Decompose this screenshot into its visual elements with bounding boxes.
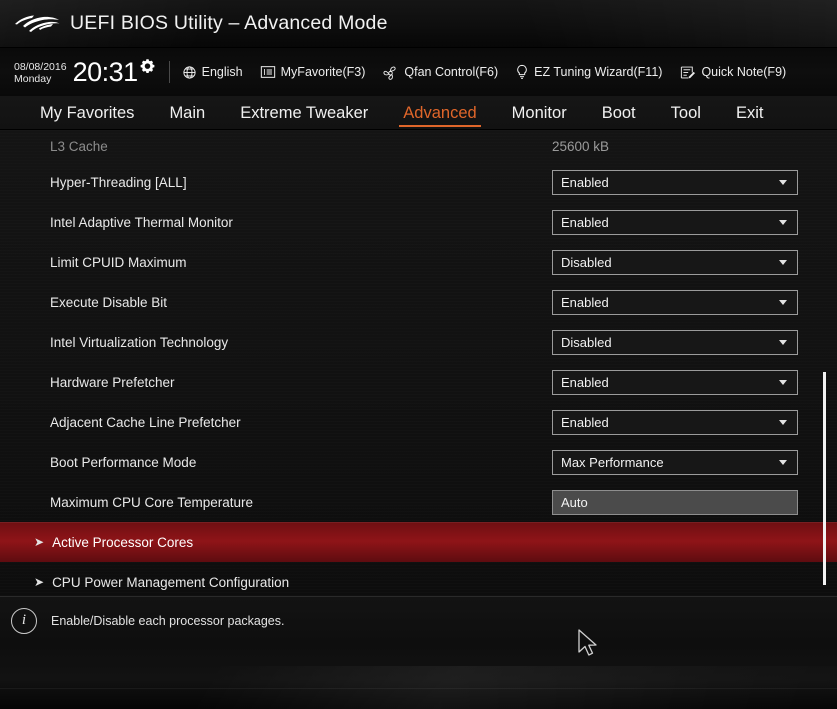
dropdown-adjacent-cache-line-prefetcher[interactable]: Enabled [552, 409, 798, 435]
setting-label: Execute Disable Bit [50, 294, 168, 310]
setting-row-l3-cache: L3 Cache 25600 kB [0, 130, 837, 162]
setting-row-hardware-prefetcher: Hardware Prefetcher Enabled [0, 362, 837, 402]
chevron-down-icon [779, 339, 787, 345]
chevron-down-icon [779, 179, 787, 185]
setting-row-intel-virtualization-technology: Intel Virtualization Technology Disabled [0, 322, 837, 362]
submenu-active-processor-cores[interactable]: ➤ Active Processor Cores [0, 522, 837, 562]
info-icon: i [11, 607, 37, 634]
weekday-label: Monday [14, 73, 52, 85]
tab-advanced[interactable]: Advanced [399, 102, 482, 127]
tab-monitor[interactable]: Monitor [510, 102, 569, 124]
chevron-down-icon [779, 219, 787, 225]
gear-icon[interactable] [140, 58, 155, 78]
datetime-display: 08/08/2016 Monday 20:31 [14, 58, 155, 86]
dropdown-value: Disabled [561, 254, 612, 270]
page-title: UEFI BIOS Utility – Advanced Mode [70, 11, 388, 34]
globe-icon [182, 65, 197, 80]
uefi-bios-window: UEFI BIOS Utility – Advanced Mode 08/08/… [0, 0, 837, 709]
chevron-right-icon: ➤ [34, 535, 45, 549]
setting-label: Hardware Prefetcher [50, 374, 175, 390]
setting-row-limit-cpuid-maximum: Limit CPUID Maximum Disabled [0, 242, 837, 282]
tab-tool[interactable]: Tool [669, 102, 703, 124]
myfavorite-label: MyFavorite(F3) [280, 65, 366, 79]
language-label: English [201, 65, 243, 79]
tab-boot[interactable]: Boot [600, 102, 638, 124]
note-icon [679, 65, 696, 80]
clock-label: 20:31 [72, 57, 139, 87]
myfavorite-button[interactable]: MyFavorite(F3) [260, 65, 366, 79]
language-button[interactable]: English [182, 65, 243, 80]
submenu-cpu-power-management-configuration[interactable]: ➤ CPU Power Management Configuration [0, 562, 837, 596]
footer-shine [187, 666, 837, 709]
chevron-down-icon [779, 259, 787, 265]
tab-extreme-tweaker[interactable]: Extreme Tweaker [238, 102, 370, 124]
rog-logo [15, 15, 60, 32]
tab-exit[interactable]: Exit [734, 102, 766, 124]
qfan-control-button[interactable]: Qfan Control(F6) [382, 65, 498, 80]
chevron-down-icon [779, 459, 787, 465]
chevron-down-icon [779, 299, 787, 305]
chevron-down-icon [779, 419, 787, 425]
setting-row-adaptive-thermal-monitor: Intel Adaptive Thermal Monitor Enabled [0, 202, 837, 242]
title-bar: UEFI BIOS Utility – Advanced Mode [0, 0, 837, 48]
list-icon [260, 65, 276, 79]
dropdown-execute-disable-bit[interactable]: Enabled [552, 289, 798, 315]
setting-label: Hyper-Threading [ALL] [50, 174, 187, 190]
help-bar: i Enable/Disable each processor packages… [0, 596, 837, 644]
dropdown-value: Max Performance [561, 454, 664, 470]
dropdown-hardware-prefetcher[interactable]: Enabled [552, 369, 798, 395]
setting-label: Intel Virtualization Technology [50, 334, 229, 350]
input-maximum-cpu-core-temperature[interactable]: Auto [552, 489, 798, 515]
dropdown-limit-cpuid-maximum[interactable]: Disabled [552, 249, 798, 275]
ez-tuning-label: EZ Tuning Wizard(F11) [534, 65, 663, 79]
setting-row-hyper-threading: Hyper-Threading [ALL] Enabled [0, 162, 837, 202]
settings-list: L3 Cache 25600 kB Hyper-Threading [ALL] … [0, 130, 837, 596]
setting-label: CPU Power Management Configuration [52, 574, 290, 590]
footer-decoration [0, 644, 837, 709]
toolbar-divider [168, 61, 170, 83]
help-text: Enable/Disable each processor packages. [51, 613, 285, 628]
date-label: 08/08/2016 [14, 60, 67, 73]
setting-label: Boot Performance Mode [50, 454, 197, 470]
dropdown-boot-performance-mode[interactable]: Max Performance [552, 449, 798, 475]
setting-label: Maximum CPU Core Temperature [50, 494, 254, 510]
setting-label: Intel Adaptive Thermal Monitor [50, 214, 233, 230]
dropdown-intel-virtualization-technology[interactable]: Disabled [552, 329, 798, 355]
scrollbar-thumb[interactable] [823, 372, 826, 585]
content-scrollbar[interactable] [823, 130, 826, 596]
dropdown-value: Enabled [561, 414, 609, 430]
dropdown-hyper-threading[interactable]: Enabled [552, 169, 798, 195]
dropdown-value: Enabled [561, 374, 609, 390]
setting-row-boot-performance-mode: Boot Performance Mode Max Performance [0, 442, 837, 482]
fan-icon [382, 65, 399, 80]
setting-row-execute-disable-bit: Execute Disable Bit Enabled [0, 282, 837, 322]
tab-my-favorites[interactable]: My Favorites [38, 102, 136, 124]
ez-tuning-wizard-button[interactable]: EZ Tuning Wizard(F11) [515, 64, 662, 80]
setting-label: Adjacent Cache Line Prefetcher [50, 414, 241, 430]
setting-label: L3 Cache [50, 138, 108, 154]
setting-row-adjacent-cache-line-prefetcher: Adjacent Cache Line Prefetcher Enabled [0, 402, 837, 442]
main-navigation: My Favorites Main Extreme Tweaker Advanc… [0, 96, 837, 130]
dropdown-adaptive-thermal-monitor[interactable]: Enabled [552, 209, 798, 235]
setting-row-maximum-cpu-core-temperature: Maximum CPU Core Temperature Auto [0, 482, 837, 522]
input-value: Auto [561, 494, 588, 510]
chevron-right-icon: ➤ [34, 575, 45, 589]
qfan-label: Qfan Control(F6) [404, 65, 499, 79]
setting-label: Active Processor Cores [52, 534, 194, 550]
quick-note-button[interactable]: Quick Note(F9) [679, 65, 786, 80]
chevron-down-icon [779, 379, 787, 385]
setting-label: Limit CPUID Maximum [50, 254, 187, 270]
setting-value: 25600 kB [552, 138, 610, 154]
info-toolbar: 08/08/2016 Monday 20:31 English MyFavori… [0, 48, 837, 96]
quick-note-label: Quick Note(F9) [701, 65, 787, 79]
bulb-icon [515, 64, 529, 80]
dropdown-value: Enabled [561, 294, 609, 310]
dropdown-value: Enabled [561, 174, 609, 190]
dropdown-value: Disabled [561, 334, 612, 350]
dropdown-value: Enabled [561, 214, 609, 230]
tab-main[interactable]: Main [167, 102, 207, 124]
